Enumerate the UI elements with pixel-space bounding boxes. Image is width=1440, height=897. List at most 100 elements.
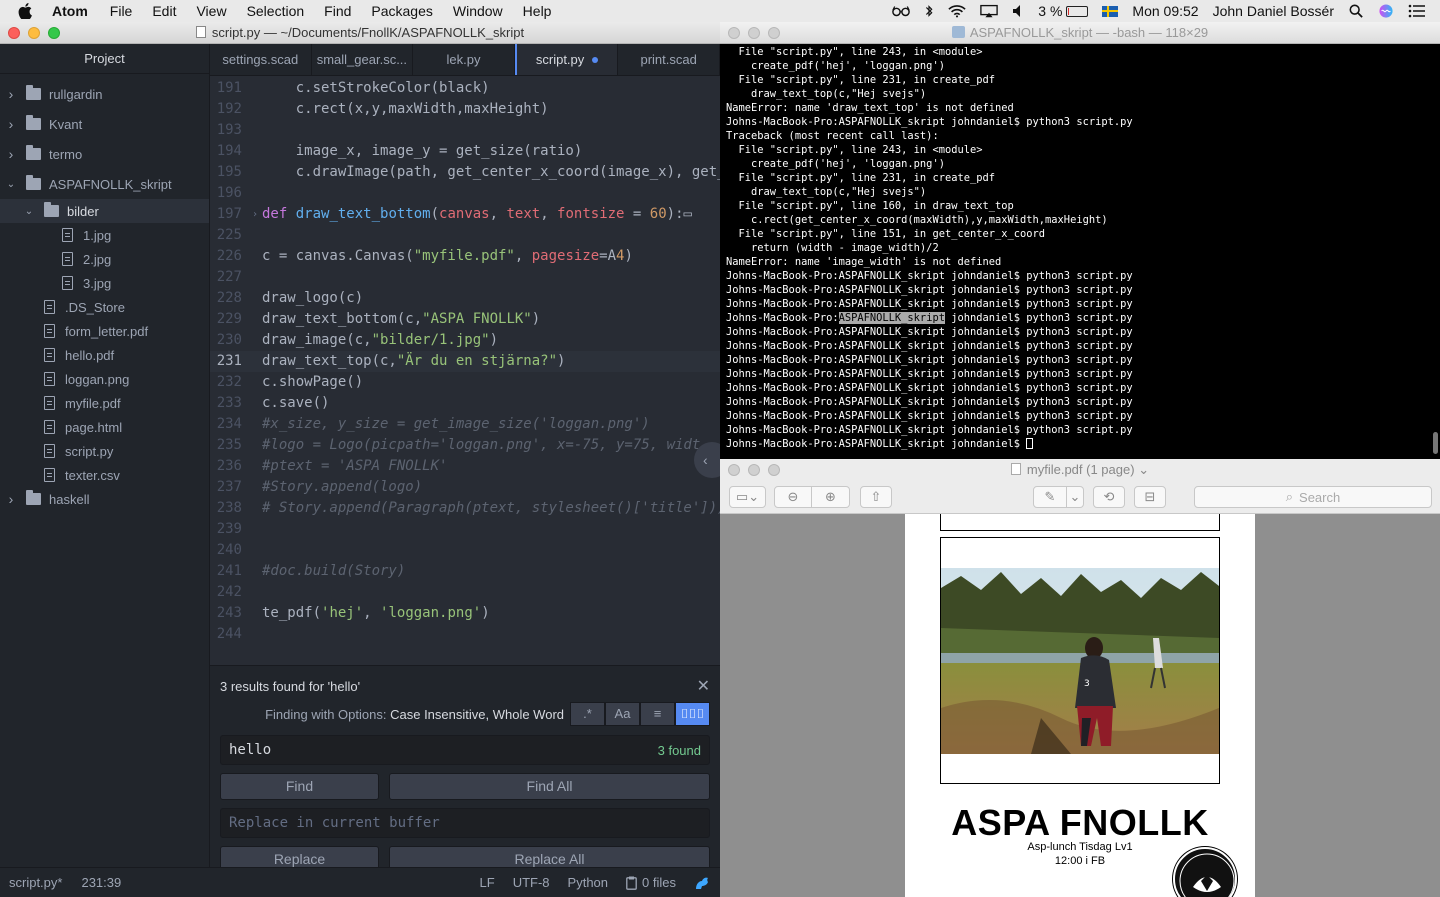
tree-item-hello-pdf[interactable]: hello.pdf [0, 343, 209, 367]
code-line[interactable]: 237 #Story.append(logo) [210, 477, 720, 498]
tree-item-2-jpg[interactable]: 2.jpg [0, 247, 209, 271]
tree-item-script-py[interactable]: script.py [0, 439, 209, 463]
preview-title[interactable]: myfile.pdf (1 page) ⌄ [720, 462, 1440, 478]
tree-item-3-jpg[interactable]: 3.jpg [0, 271, 209, 295]
fold-arrow-icon[interactable]: › [252, 204, 262, 225]
chevron-down-icon[interactable]: ⌄ [24, 206, 34, 217]
airplay-icon[interactable] [980, 4, 999, 18]
menubar-user[interactable]: John Daniel Bossér [1213, 3, 1334, 19]
tree-item-kvant[interactable]: › Kvant [0, 109, 209, 139]
battery-status[interactable]: 3 % [1038, 3, 1089, 19]
tree-item-loggan-png[interactable]: loggan.png [0, 367, 209, 391]
code-editor[interactable]: 191 c.setStrokeColor(black) 192 c.rect(x,… [210, 78, 720, 665]
bluetooth-icon[interactable] [924, 4, 934, 18]
find-all-button[interactable]: Find All [389, 773, 710, 800]
tree-item-aspafnollk-skript[interactable]: ⌄ ASPAFNOLLK_skript [0, 169, 209, 199]
menu-help[interactable]: Help [513, 3, 562, 19]
code-line[interactable]: 194 image_x, image_y = get_size(ratio) [210, 141, 720, 162]
code-line[interactable]: 233 c.save() [210, 393, 720, 414]
tab-small-gear-sc[interactable]: small_gear.sc... [312, 44, 414, 75]
code-line[interactable]: 195 c.drawImage(path, get_center_x_coord… [210, 162, 720, 183]
squirrel-update-icon[interactable] [694, 876, 710, 890]
tree-item-form-letter-pdf[interactable]: form_letter.pdf [0, 319, 209, 343]
replace-input[interactable]: Replace in current buffer [220, 808, 710, 838]
wifi-icon[interactable] [948, 4, 966, 18]
share-icon[interactable]: ⇧ [860, 486, 892, 508]
code-line[interactable]: 228 draw_logo(c) [210, 288, 720, 309]
swedish-flag-icon[interactable] [1102, 5, 1119, 17]
code-line[interactable]: 226 c = canvas.Canvas("myfile.pdf", pages… [210, 246, 720, 267]
tree-item-page-html[interactable]: page.html [0, 415, 209, 439]
terminal-output[interactable]: File "script.py", line 243, in <module> … [720, 45, 1432, 459]
code-line[interactable]: 235 #logo = Logo(picpath='loggan.png', x=… [210, 435, 720, 456]
glasses-icon[interactable] [892, 4, 911, 18]
code-line[interactable]: 239 [210, 519, 720, 540]
menu-find[interactable]: Find [314, 3, 361, 19]
zoom-out-icon[interactable]: ⊖ [774, 486, 812, 508]
zoom-in-icon[interactable]: ⊕ [812, 486, 850, 508]
menubar-clock[interactable]: Mon 09:52 [1132, 3, 1198, 19]
status-line-ending[interactable]: LF [480, 875, 495, 890]
code-line[interactable]: 241 #doc.build(Story) [210, 561, 720, 582]
regex-toggle[interactable]: .* [570, 702, 605, 726]
tree-item-bilder[interactable]: ⌄ bilder [0, 199, 209, 223]
toolbox-icon[interactable]: ⊟ [1134, 486, 1166, 508]
code-line[interactable]: 192 c.rect(x,y,maxWidth,maxHeight) [210, 99, 720, 120]
rotate-icon[interactable]: ⟲ [1093, 486, 1125, 508]
code-line[interactable]: 243 te_pdf('hej', 'loggan.png') [210, 603, 720, 624]
find-button[interactable]: Find [220, 773, 379, 800]
menu-selection[interactable]: Selection [237, 3, 315, 19]
code-line[interactable]: 197 › def draw_text_bottom(canvas, text, f… [210, 204, 720, 225]
code-line[interactable]: 242 [210, 582, 720, 603]
code-line[interactable]: 225 [210, 225, 720, 246]
code-line[interactable]: 238 # Story.append(Paragraph(ptext, style… [210, 498, 720, 519]
terminal-titlebar[interactable]: ASPAFNOLLK_skript — -bash — 118×29 [720, 22, 1440, 44]
tab-script-py[interactable]: script.py [514, 44, 619, 75]
tree-item-ds-store[interactable]: .DS_Store [0, 295, 209, 319]
volume-icon[interactable] [1012, 4, 1024, 18]
tree-item-myfile-pdf[interactable]: myfile.pdf [0, 391, 209, 415]
tree-item-texter-csv[interactable]: texter.csv [0, 463, 209, 487]
status-cursor-position[interactable]: 231:39 [81, 875, 121, 890]
code-line[interactable]: 230 draw_image(c,"bilder/1.jpg") [210, 330, 720, 351]
whole-word-toggle[interactable]: ⌷⌷⌷ [675, 702, 710, 726]
tree-item-1-jpg[interactable]: 1.jpg [0, 223, 209, 247]
status-git-files[interactable]: 0 files [626, 875, 676, 890]
code-line[interactable]: 244 [210, 624, 720, 645]
menu-app-atom[interactable]: Atom [46, 3, 100, 19]
find-input[interactable]: hello 3 found [220, 735, 710, 765]
preview-titlebar[interactable]: myfile.pdf (1 page) ⌄ [720, 459, 1440, 481]
status-file[interactable]: script.py* [9, 875, 62, 890]
menu-file[interactable]: File [100, 3, 143, 19]
chevron-right-icon[interactable]: › [6, 146, 16, 162]
chevron-right-icon[interactable]: › [6, 86, 16, 102]
case-sensitive-toggle[interactable]: Aa [605, 702, 640, 726]
code-line[interactable]: 191 c.setStrokeColor(black) [210, 78, 720, 99]
close-find-icon[interactable]: ✕ [697, 676, 710, 696]
code-line[interactable]: 234 #x_size, y_size = get_image_size('log… [210, 414, 720, 435]
markup-pen-icon[interactable]: ✎ [1033, 486, 1067, 508]
preview-search-field[interactable]: ⌕ Search [1194, 486, 1432, 508]
code-line[interactable]: 227 [210, 267, 720, 288]
status-encoding[interactable]: UTF-8 [513, 875, 550, 890]
status-grammar[interactable]: Python [568, 875, 608, 890]
tree-item-rullgardin[interactable]: › rullgardin [0, 79, 209, 109]
menu-window[interactable]: Window [443, 3, 513, 19]
tab-lek-py[interactable]: lek.py [413, 44, 515, 75]
chevron-right-icon[interactable]: › [6, 116, 16, 132]
atom-titlebar[interactable]: script.py — ~/Documents/FnollK/ASPAFNOLL… [0, 22, 720, 44]
code-line[interactable]: 196 [210, 183, 720, 204]
code-line[interactable]: 236 #ptext = 'ASPA FNOLLK' [210, 456, 720, 477]
pdf-canvas[interactable]: 3 ASPA FNOLLK Asp-lunch Tisdag Lv1 12:00… [720, 514, 1440, 897]
code-line[interactable]: 193 [210, 120, 720, 141]
markup-chevron-icon[interactable]: ⌄ [1067, 486, 1084, 508]
chevron-right-icon[interactable]: › [6, 491, 16, 507]
sidebar-view-icon[interactable]: ▭⌄ [729, 486, 766, 508]
modified-dot-icon[interactable] [592, 57, 599, 63]
spotlight-search-icon[interactable] [1348, 4, 1364, 18]
chevron-down-icon[interactable]: ⌄ [6, 179, 16, 190]
tab-settings-scad[interactable]: settings.scad [210, 44, 312, 75]
menu-view[interactable]: View [186, 3, 236, 19]
terminal-scrollbar[interactable] [1433, 432, 1438, 454]
menu-packages[interactable]: Packages [361, 3, 442, 19]
